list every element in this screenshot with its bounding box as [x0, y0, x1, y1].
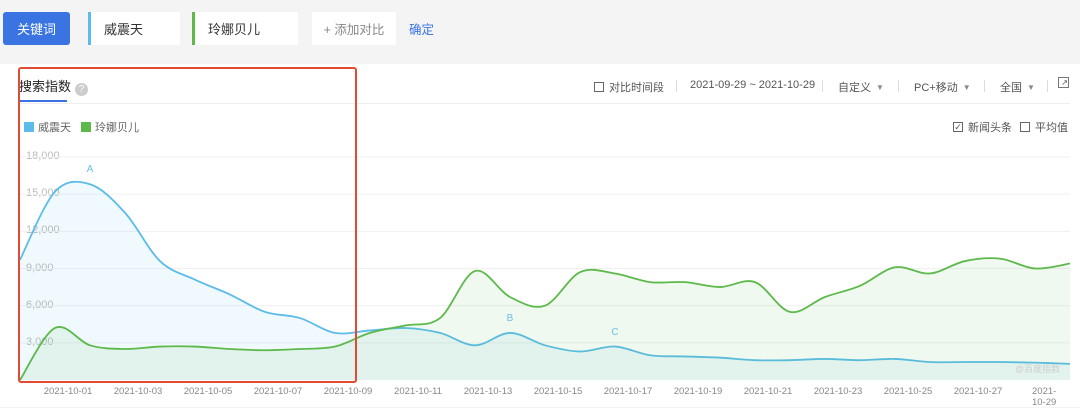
- news-marker[interactable]: B: [507, 313, 514, 324]
- highlight-box: [18, 67, 357, 383]
- watermark: @百度指数: [1015, 364, 1061, 374]
- news-marker[interactable]: C: [611, 327, 618, 338]
